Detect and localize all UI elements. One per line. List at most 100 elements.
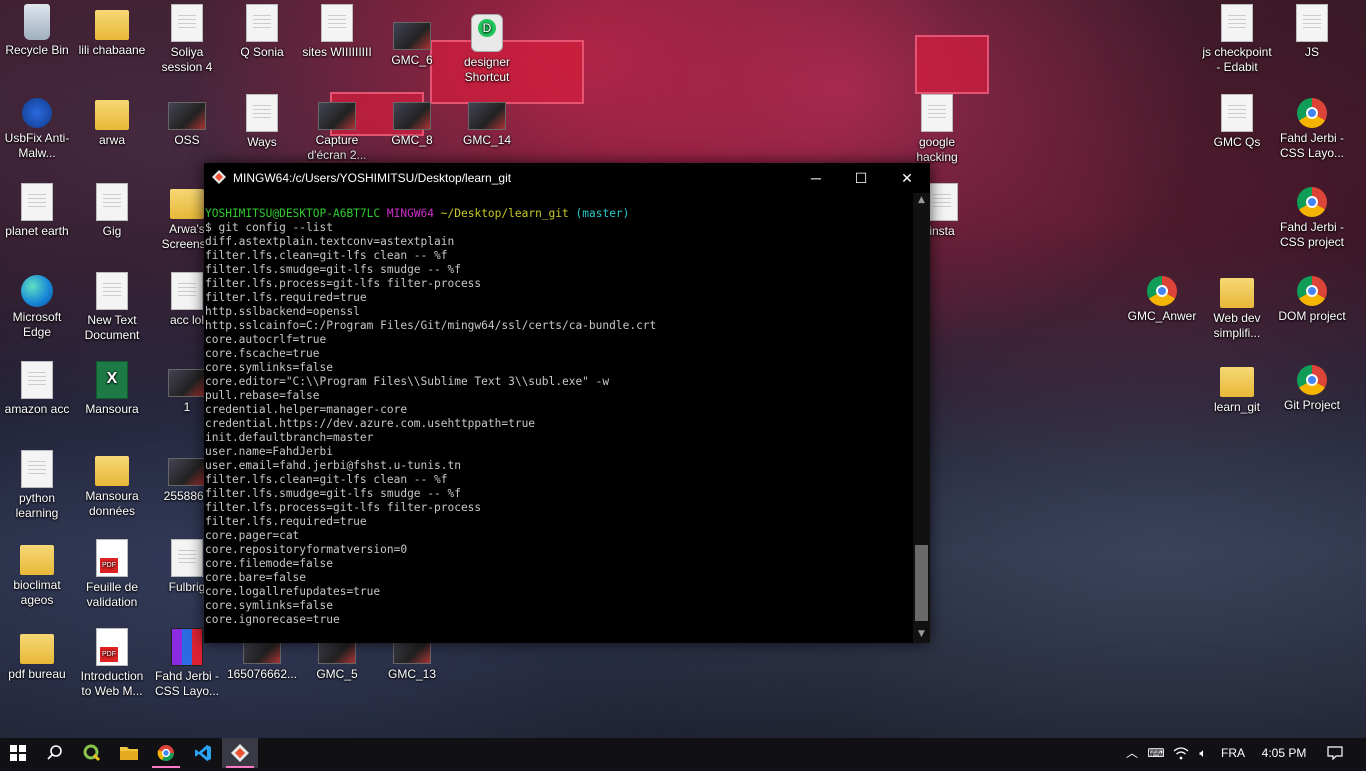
doc-icon [321, 4, 353, 42]
desktop-icon[interactable]: sites WIIIIIIIII [300, 4, 374, 60]
desktop-icon-label: bioclimat ageos [13, 578, 61, 607]
doc-icon [171, 4, 203, 42]
folder-icon [1220, 278, 1254, 308]
img-icon [168, 102, 206, 130]
output-line: core.autocrlf=true [205, 333, 327, 346]
desktop-icon[interactable]: Web dev simplifi... [1200, 272, 1274, 341]
desktop-icon[interactable]: Mansoura données [75, 450, 149, 519]
desktop-icon-label: amazon acc [4, 402, 70, 416]
terminal-output[interactable]: YOSHIMITSU@DESKTOP-A6BT7LC MINGW64 ~/Des… [205, 207, 910, 637]
command-line: $ git config --list [205, 221, 333, 234]
desktop-icon-label: Soliya session 4 [161, 45, 213, 74]
input-method-icon[interactable]: ⌨ [1145, 738, 1167, 768]
language-indicator[interactable]: FRA [1218, 738, 1248, 768]
scroll-up-arrow-icon[interactable]: ▲ [913, 195, 930, 207]
desktop-icon[interactable]: GMC_6 [375, 14, 449, 68]
wifi-icon[interactable] [1170, 738, 1192, 768]
output-line: core.fscache=true [205, 347, 320, 360]
desktop-icon[interactable]: arwa [75, 94, 149, 148]
desktop-icon[interactable]: Mansoura [75, 361, 149, 417]
vertical-scrollbar[interactable]: ▲ ▼ [913, 193, 930, 643]
search-button[interactable] [37, 738, 73, 768]
output-line: init.defaultbranch=master [205, 431, 374, 444]
desktop-icon[interactable]: GMC_14 [450, 94, 524, 148]
desktop-icon[interactable]: Feuille de validation [75, 539, 149, 610]
desktop-icon[interactable]: learn_git [1200, 361, 1274, 415]
taskbar: ︿ ⌨ 🔈︎ FRA 4:05 PM [0, 738, 1366, 768]
desktop-icon-label: planet earth [5, 224, 69, 238]
desktop-icon[interactable]: google hacking [900, 94, 974, 165]
desktop-icon[interactable]: Gig [75, 183, 149, 239]
desktop-icon[interactable]: GMC_Anwer [1125, 272, 1199, 324]
taskbar-chrome[interactable] [148, 738, 184, 768]
desktop-icon[interactable]: lili chabaane [75, 4, 149, 58]
start-button[interactable] [0, 738, 36, 768]
doc-icon [1221, 94, 1253, 132]
taskbar-git-bash[interactable] [222, 738, 258, 768]
desktop-icon-label: GMC_Anwer [1127, 309, 1197, 323]
desktop-icon-label: GMC_8 [391, 133, 433, 147]
show-hidden-icons-chevron-up-icon[interactable]: ︿ [1122, 738, 1142, 768]
doc-icon [96, 272, 128, 310]
output-line: http.sslbackend=openssl [205, 305, 360, 318]
scroll-down-arrow-icon[interactable]: ▼ [913, 629, 930, 641]
scroll-thumb[interactable] [915, 545, 928, 621]
desktop-icon[interactable]: Ways [225, 94, 299, 150]
desktop-icon[interactable]: GMC Qs [1200, 94, 1274, 150]
minimize-button[interactable]: ─ [793, 163, 839, 193]
pdf-icon [96, 628, 128, 666]
desktop-icon[interactable]: OSS [150, 94, 224, 148]
desktop-icon-label: Ways [247, 135, 277, 149]
desktop-icon-label: Fahd Jerbi - CSS Layo... [154, 669, 220, 698]
taskbar-vscode[interactable] [185, 738, 221, 768]
window-titlebar[interactable]: MINGW64:/c/Users/YOSHIMITSU/Desktop/lear… [204, 163, 930, 193]
output-line: http.sslcainfo=C:/Program Files/Git/ming… [205, 319, 657, 332]
desktop-icon[interactable]: GMC_8 [375, 94, 449, 148]
folder-icon [95, 100, 129, 130]
desktop-icon[interactable]: UsbFix Anti-Malw... [0, 94, 74, 161]
output-line: pull.rebase=false [205, 389, 320, 402]
img-icon [393, 102, 431, 130]
desktop-icon[interactable]: Recycle Bin [0, 4, 74, 58]
vscode-icon [195, 745, 211, 761]
desktop-icon[interactable]: Capture d'écran 2... [300, 94, 374, 163]
git-bash-window[interactable]: MINGW64:/c/Users/YOSHIMITSU/Desktop/lear… [204, 163, 930, 643]
gitbash-icon [471, 14, 503, 52]
chrome-icon [1297, 187, 1327, 217]
desktop-icon[interactable]: python learning [0, 450, 74, 521]
taskbar-file-explorer[interactable] [111, 738, 147, 768]
desktop-icon-label: insta [929, 224, 955, 238]
desktop-icon[interactable]: Fahd Jerbi - CSS Layo... [1275, 94, 1349, 161]
desktop-icon[interactable]: Git Project [1275, 361, 1349, 413]
desktop-icon[interactable]: New Text Document [75, 272, 149, 343]
desktop-icon[interactable]: designer Shortcut [450, 14, 524, 85]
desktop-icon-label: Mansoura données [85, 489, 139, 518]
output-line: core.repositoryformatversion=0 [205, 543, 408, 556]
clock[interactable]: 4:05 PM [1256, 738, 1312, 768]
notification-center-icon[interactable] [1320, 738, 1350, 768]
taskbar-qgis[interactable] [74, 738, 110, 768]
desktop-icon-label: sites WIIIIIIIII [302, 45, 372, 59]
volume-icon[interactable]: 🔈︎ [1192, 738, 1214, 768]
doc-icon [921, 94, 953, 132]
desktop-icon[interactable]: Fahd Jerbi - CSS project [1275, 183, 1349, 250]
desktop-icon[interactable]: bioclimat ageos [0, 539, 74, 608]
desktop-icon[interactable]: pdf bureau [0, 628, 74, 682]
close-button[interactable]: ✕ [884, 163, 930, 193]
maximize-button[interactable]: ☐ [838, 163, 884, 193]
desktop-icon[interactable]: js checkpoint - Edabit [1200, 4, 1274, 75]
desktop-icon[interactable]: JS [1275, 4, 1349, 60]
doc-icon [21, 450, 53, 488]
desktop-icon[interactable]: Soliya session 4 [150, 4, 224, 75]
desktop-icon[interactable]: Q Sonia [225, 4, 299, 60]
folder-icon [95, 10, 129, 40]
desktop-icon-label: Mansoura [85, 402, 139, 416]
desktop-icon[interactable]: amazon acc [0, 361, 74, 417]
desktop-icon[interactable]: Introduction to Web M... [75, 628, 149, 699]
desktop-icon[interactable]: Microsoft Edge [0, 272, 74, 340]
desktop-icon[interactable]: DOM project [1275, 272, 1349, 324]
output-line: filter.lfs.process=git-lfs filter-proces… [205, 277, 482, 290]
chrome-icon [1297, 276, 1327, 306]
desktop-icon[interactable]: planet earth [0, 183, 74, 239]
command-output: diff.astextplain.textconv=astextplain fil… [205, 235, 910, 627]
